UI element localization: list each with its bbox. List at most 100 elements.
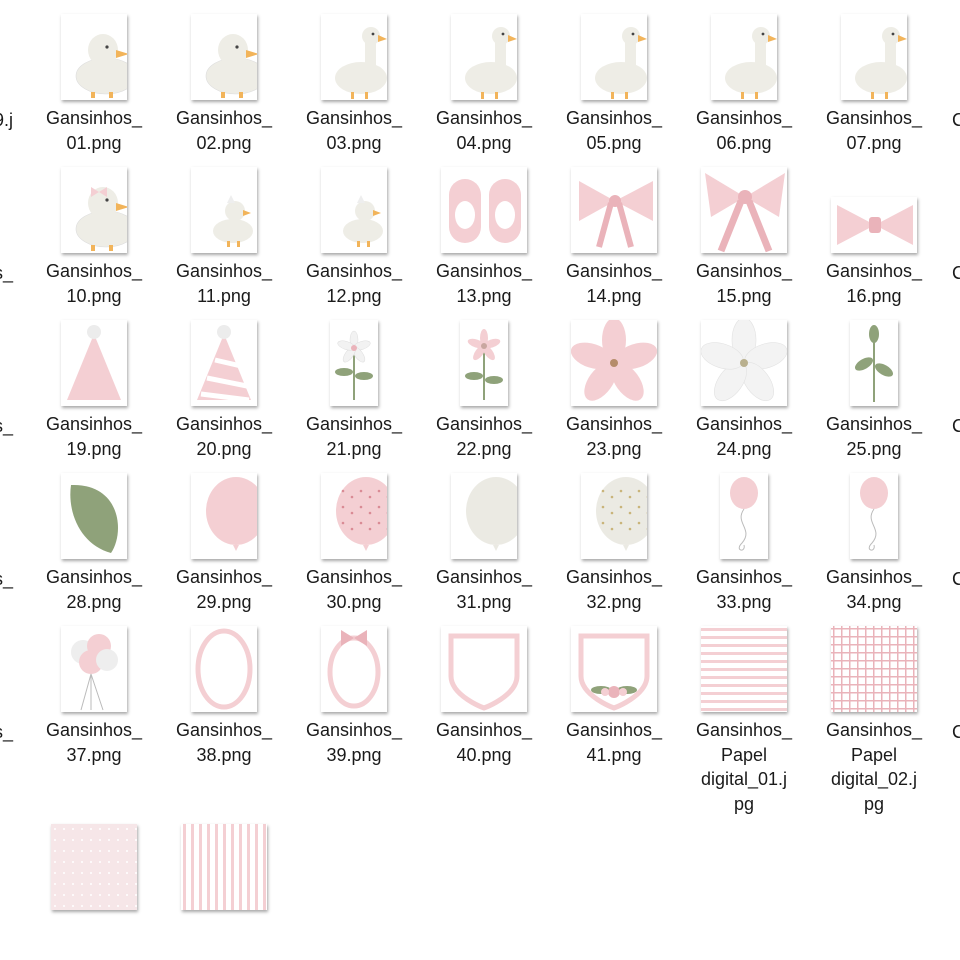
file-item[interactable]: Gansinhos_ 22.png [423, 318, 545, 461]
file-item[interactable]: Gansinhos_ 34.png [813, 471, 935, 614]
file-thumbnail-wrap [33, 471, 155, 561]
file-name-label: Gansinhos_ 10.png [33, 259, 155, 308]
file-name-label: Gansinhos_ 22.png [423, 412, 545, 461]
file-name-line: 29.png [196, 591, 252, 612]
duck-tall-thumbnail-icon [321, 14, 387, 100]
file-item[interactable]: Gansinhos_ 30.png [293, 471, 415, 614]
file-item[interactable]: Gansinhos_ 05.png [553, 12, 675, 155]
file-name-line: 05.png [586, 132, 642, 153]
file-name-label: Gansinhos_ 15.png [683, 259, 805, 308]
clipped-file-label-right[interactable]: C [952, 414, 960, 439]
file-item[interactable]: Gansinhos_ 15.png [683, 165, 805, 308]
file-item[interactable]: Gansinhos_ 11.png [163, 165, 285, 308]
duck-bow-thumbnail-icon [61, 167, 127, 253]
clipped-file-label-left[interactable]: s_ [0, 261, 13, 286]
file-name-line: Gansinhos_ [305, 567, 403, 587]
file-item[interactable]: Gansinhos_ 19.png [33, 318, 155, 461]
file-item[interactable]: Gansinhos_ 21.png [293, 318, 415, 461]
file-name-line: 41.png [586, 744, 642, 765]
file-name-line: Gansinhos_ [825, 261, 923, 281]
file-item[interactable]: Gansinhos_ 13.png [423, 165, 545, 308]
file-name-label: Gansinhos_ 13.png [423, 259, 545, 308]
file-name-line: 14.png [586, 285, 642, 306]
file-item[interactable]: Gansinhos_ 31.png [423, 471, 545, 614]
file-item[interactable]: Gansinhos_ 12.png [293, 165, 415, 308]
file-name-label: Gansinhos_ 19.png [33, 412, 155, 461]
file-name-line: Papel [720, 744, 768, 765]
file-item[interactable]: Gansinhos_ 16.png [813, 165, 935, 308]
file-thumbnail-wrap [293, 471, 415, 561]
file-name-label: Gansinhos_ 14.png [553, 259, 675, 308]
file-item[interactable]: Gansinhos_ 06.png [683, 12, 805, 155]
duck-tall-thumbnail-icon [711, 14, 777, 100]
file-item[interactable]: Gansinhos_ 02.png [163, 12, 285, 155]
clipped-file-label-left[interactable]: 9.j [0, 108, 13, 133]
file-name-label: Gansinhos_ 37.png [33, 718, 155, 767]
file-item[interactable]: Gansinhos_ 28.png [33, 471, 155, 614]
clipped-file-label-right[interactable]: C [952, 567, 960, 592]
file-name-label: Gansinhos_ 02.png [163, 106, 285, 155]
file-name-label: Gansinhos_ 20.png [163, 412, 285, 461]
file-item[interactable]: Gansinhos_ 38.png [163, 624, 285, 767]
file-item[interactable] [163, 822, 285, 912]
file-thumbnail-wrap [813, 318, 935, 408]
file-item[interactable]: Gansinhos_ 40.png [423, 624, 545, 767]
file-item[interactable]: Gansinhos_ 20.png [163, 318, 285, 461]
file-name-line: Gansinhos_ [175, 720, 273, 740]
leaf-thumbnail-icon [61, 473, 127, 559]
file-name-line: 22.png [456, 438, 512, 459]
file-name-line: Gansinhos_ [175, 108, 273, 128]
file-thumbnail-wrap [813, 165, 935, 255]
clipped-file-label-left[interactable]: s_ [0, 414, 13, 439]
file-item[interactable]: Gansinhos_ 29.png [163, 471, 285, 614]
file-name-label: Gansinhos_ 34.png [813, 565, 935, 614]
file-item[interactable]: Gansinhos_ 01.png [33, 12, 155, 155]
file-item[interactable]: Gansinhos_ 14.png [553, 165, 675, 308]
file-item[interactable]: Gansinhos_ 24.png [683, 318, 805, 461]
petals-pink-thumbnail-icon [571, 320, 657, 406]
clipped-file-label-left[interactable]: s_ [0, 567, 13, 592]
file-name-line: Gansinhos_ [565, 414, 663, 434]
file-item[interactable] [33, 822, 155, 912]
file-item[interactable]: Gansinhos_ Papel digital_01.j pg [683, 624, 805, 816]
file-name-label: Gansinhos_ 25.png [813, 412, 935, 461]
clipped-file-label-right[interactable]: C [952, 720, 960, 745]
file-item[interactable]: Gansinhos_ 39.png [293, 624, 415, 767]
duck-small-thumbnail-icon [321, 167, 387, 253]
file-name-line: Papel [850, 744, 898, 765]
file-item[interactable]: Gansinhos_ 04.png [423, 12, 545, 155]
file-item[interactable]: Gansinhos_ 37.png [33, 624, 155, 767]
duck-small-thumbnail-icon [191, 167, 257, 253]
file-item[interactable]: Gansinhos_ 41.png [553, 624, 675, 767]
paper-vstripes-thumbnail-icon [181, 824, 267, 910]
file-name-line: 01.png [66, 132, 122, 153]
file-name-label: Gansinhos_ 11.png [163, 259, 285, 308]
file-name-label: Gansinhos_ 07.png [813, 106, 935, 155]
clipped-file-label-left[interactable]: s_ [0, 720, 13, 745]
file-thumbnail-wrap [163, 822, 285, 912]
file-thumbnail-wrap [813, 624, 935, 714]
bow-big-thumbnail-icon [701, 167, 787, 253]
file-item[interactable]: Gansinhos_ 33.png [683, 471, 805, 614]
clipped-file-label-right[interactable]: C [952, 108, 960, 133]
file-name-line: 38.png [196, 744, 252, 765]
file-thumbnail-wrap [293, 165, 415, 255]
file-name-line: Gansinhos_ [305, 414, 403, 434]
file-item[interactable]: Gansinhos_ 23.png [553, 318, 675, 461]
file-item[interactable]: Gansinhos_ 32.png [553, 471, 675, 614]
file-thumbnail-wrap [553, 318, 675, 408]
clipped-file-label-right[interactable]: C [952, 261, 960, 286]
file-thumbnail-wrap [293, 318, 415, 408]
file-name-label: Gansinhos_ 05.png [553, 106, 675, 155]
file-item[interactable]: Gansinhos_ Papel digital_02.j pg [813, 624, 935, 816]
file-item[interactable]: Gansinhos_ 03.png [293, 12, 415, 155]
file-item[interactable]: Gansinhos_ 07.png [813, 12, 935, 155]
file-name-line: Gansinhos_ [695, 414, 793, 434]
paper-plaid-thumbnail-icon [831, 626, 917, 712]
file-thumbnail-wrap [33, 822, 155, 912]
file-thumbnail-wrap [33, 12, 155, 102]
balloon-string-thumbnail-icon [720, 473, 768, 559]
file-item[interactable]: Gansinhos_ 10.png [33, 165, 155, 308]
file-name-line: Gansinhos_ [175, 567, 273, 587]
file-item[interactable]: Gansinhos_ 25.png [813, 318, 935, 461]
